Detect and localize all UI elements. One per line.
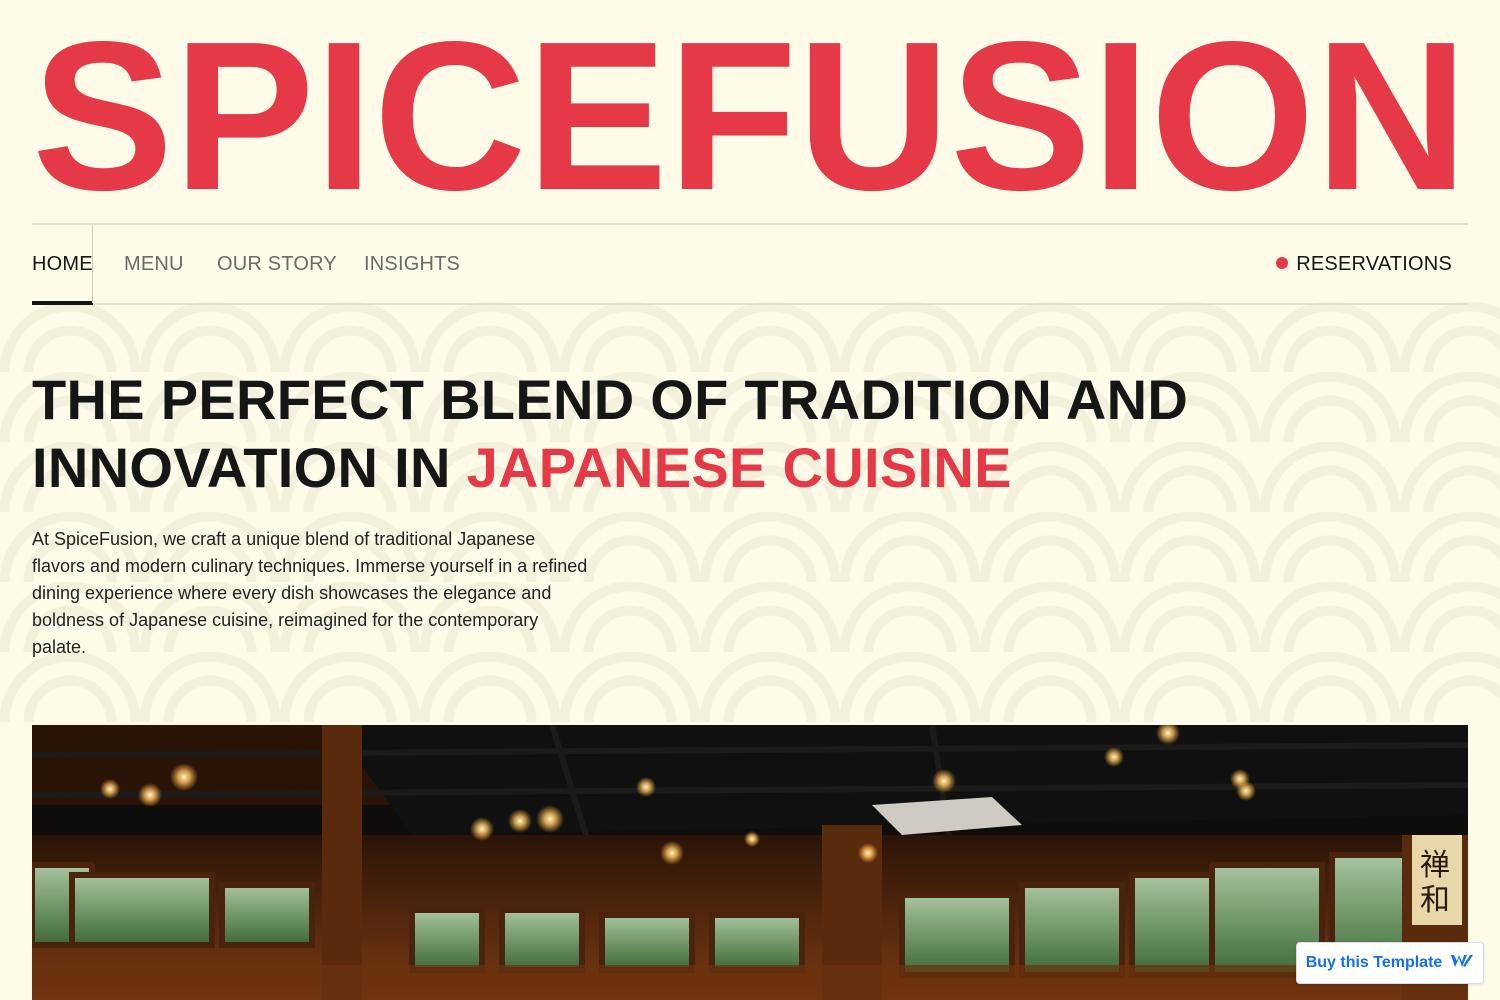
- nav-divider: [92, 225, 93, 303]
- nav-item-menu[interactable]: MENU: [124, 225, 184, 303]
- brand-logo[interactable]: SPICEFUSION: [32, 32, 1468, 192]
- nav-item-our-story[interactable]: OUR STORY: [217, 225, 337, 303]
- status-dot-icon: [1276, 257, 1289, 269]
- svg-text:禅: 禅: [1420, 848, 1450, 883]
- main-nav: HOME MENU OUR STORY INSIGHTS RESERVATION…: [32, 223, 1468, 305]
- nav-item-home[interactable]: HOME: [32, 225, 93, 305]
- svg-text:和: 和: [1420, 883, 1450, 918]
- hero-intro: At SpiceFusion, we craft a unique blend …: [32, 529, 588, 657]
- buy-template-button[interactable]: Buy this Template: [1296, 942, 1484, 984]
- headline-accent: JAPANESE CUISINE: [466, 436, 1012, 499]
- buy-template-label: Buy this Template: [1305, 954, 1443, 971]
- reservations-label: RESERVATIONS: [1296, 253, 1452, 275]
- logo-wordmark: SPICEFUSION: [32, 32, 1468, 192]
- restaurant-interior-image: 禅 和: [32, 725, 1468, 1000]
- page: SPICEFUSION HOME MENU OUR STORY INSIGHTS…: [0, 0, 1500, 1000]
- hero-headline: THE PERFECT BLEND OF TRADITION AND INNOV…: [32, 366, 1332, 502]
- webflow-logo-icon: [1450, 953, 1474, 974]
- nav-item-insights[interactable]: INSIGHTS: [364, 225, 460, 303]
- reservations-link[interactable]: RESERVATIONS: [1276, 225, 1452, 303]
